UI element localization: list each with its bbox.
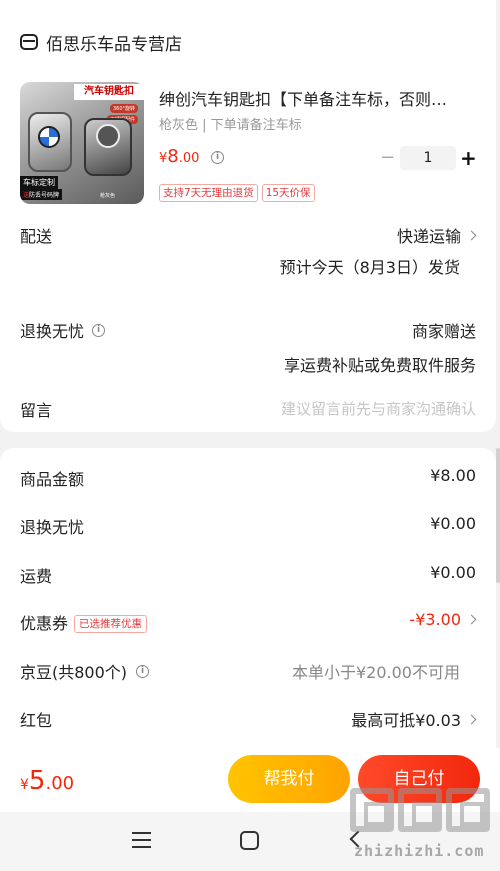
message-label: 留言 — [20, 401, 53, 420]
goods-amount-label: 商品金额 — [20, 470, 85, 489]
red-packet-selector[interactable]: 最高可抵¥0.03 — [351, 707, 477, 731]
total-price: ¥5.00 — [20, 766, 75, 796]
product-price: ¥8.00 — [159, 146, 200, 167]
scrollbar[interactable] — [496, 448, 500, 583]
service-badges: 支持7天无理由退货 15天价保 — [159, 184, 315, 202]
car-logo-image — [96, 124, 120, 148]
quantity-decrease-button[interactable]: − — [380, 147, 395, 169]
car-logo-image — [38, 126, 60, 148]
returns-fee-label: 退换无忧 — [20, 518, 85, 537]
quantity-increase-button[interactable]: + — [460, 145, 477, 171]
returns-description: 享运费补贴或免费取件服务 — [283, 356, 476, 375]
watermark: zhizhizhi.com — [340, 780, 500, 871]
coupon-tag: 已选推荐优惠 — [74, 615, 148, 633]
thumbnail-label: 枪灰色 — [100, 193, 116, 199]
thumbnail-label: 车标定制 — [20, 176, 58, 189]
shipping-label: 运费 — [20, 567, 53, 586]
watermark-text: zhizhizhi.com — [354, 842, 485, 860]
chevron-right-icon — [466, 614, 477, 625]
thumbnail-banner: 汽车钥匙扣 — [74, 84, 144, 100]
info-icon[interactable]: i — [136, 664, 150, 678]
coupon-selector[interactable]: -¥3.00 — [409, 610, 477, 629]
order-item-card: 佰思乐车品专营店 汽车钥匙扣 360°旋转 不锈钢配件 车标定制 送防丢号码牌 … — [0, 0, 496, 432]
shipping-value: ¥0.00 — [430, 563, 476, 582]
message-input[interactable]: 建议留言前先与商家沟通确认 — [281, 398, 476, 419]
shop-name: 佰思乐车品专营店 — [46, 34, 182, 55]
goods-amount-value: ¥8.00 — [430, 466, 476, 485]
red-packet-label: 红包 — [20, 711, 53, 730]
product-spec[interactable]: 枪灰色 | 下单请备注车标 — [159, 114, 302, 133]
chevron-right-icon — [466, 714, 477, 724]
chevron-right-icon — [466, 230, 477, 240]
menu-icon[interactable] — [132, 832, 151, 848]
store-icon — [20, 34, 38, 50]
delivery-method[interactable]: 快递运输 — [397, 223, 477, 247]
service-badge: 15天价保 — [261, 184, 315, 202]
coupon-row: 优惠券 已选推荐优惠 — [20, 610, 148, 634]
shop-header[interactable]: 佰思乐车品专营店 — [20, 30, 182, 55]
quantity-input[interactable]: 1 — [400, 146, 456, 170]
beans-row: 京豆(共800个) i — [20, 659, 150, 683]
product-thumbnail[interactable]: 汽车钥匙扣 360°旋转 不锈钢配件 车标定制 送防丢号码牌 枪灰色 — [20, 82, 144, 204]
help-pay-button[interactable]: 帮我付 — [228, 755, 350, 803]
price-summary-card: 商品金额 ¥8.00 退换无忧 ¥0.00 运费 ¥0.00 优惠券 已选推荐优惠… — [0, 448, 496, 748]
thumbnail-tag: 360°旋转 — [109, 104, 138, 113]
service-badge: 支持7天无理由退货 — [159, 184, 258, 202]
delivery-label: 配送 — [20, 227, 53, 246]
beans-value: 本单小于¥20.00不可用 — [292, 663, 460, 682]
thumbnail-label: 送防丢号码牌 — [20, 189, 63, 200]
returns-row: 退换无忧 i — [20, 318, 106, 342]
coupon-value: -¥3.00 — [409, 610, 461, 629]
returns-value: 商家赠送 — [411, 322, 476, 341]
returns-fee-value: ¥0.00 — [430, 514, 476, 533]
delivery-estimate: 预计今天（8月3日）发货 — [279, 258, 460, 277]
info-icon[interactable]: i — [92, 323, 106, 337]
product-title[interactable]: 绅创汽车钥匙扣【下单备注车标，否则… — [159, 86, 481, 110]
watermark-logo — [350, 788, 490, 832]
home-icon[interactable] — [240, 831, 259, 850]
price-info-icon[interactable]: i — [211, 151, 224, 164]
